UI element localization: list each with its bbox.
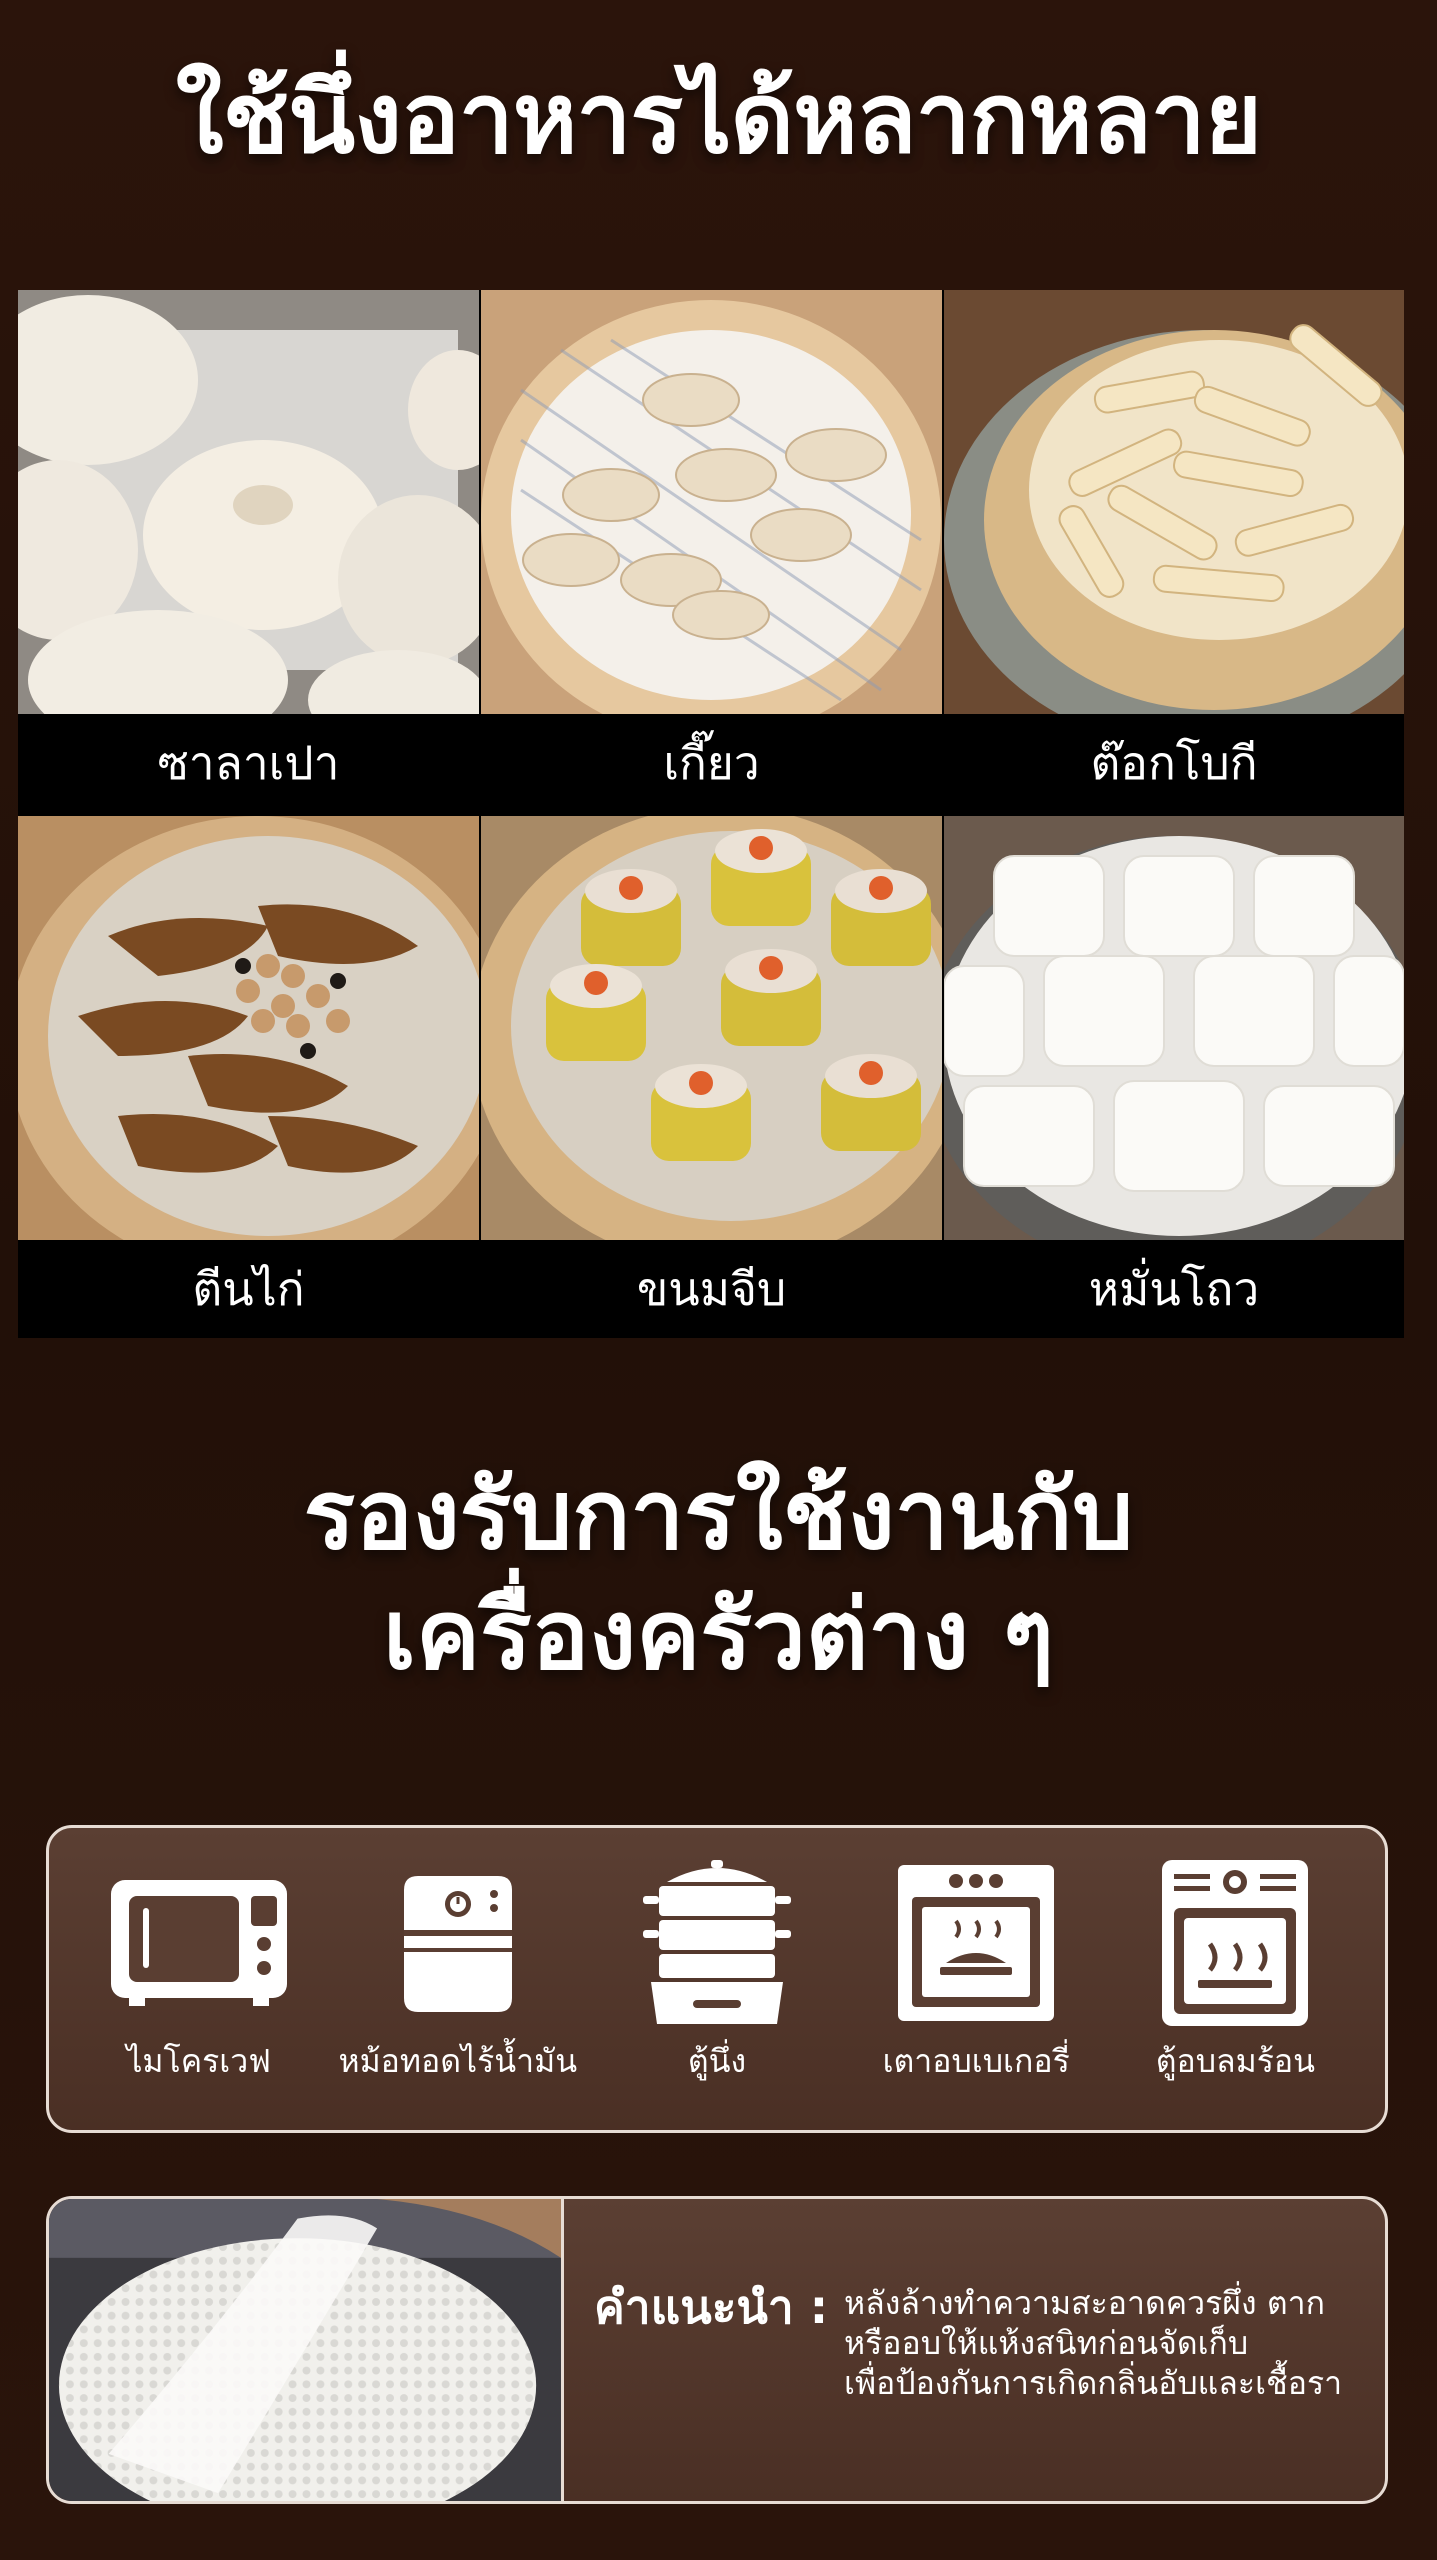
food-card-dumpling: เกี๊ยว	[481, 290, 942, 812]
tteokbokki-photo	[944, 290, 1404, 714]
tip-line: หรืออบให้แห้งสนิทก่อนจัดเก็บ	[844, 2324, 1249, 2362]
tip-line: เพื่อป้องกันการเกิดกลิ่นอับและเชื้อรา	[844, 2364, 1343, 2402]
tip-heading: คำแนะนำ :	[594, 2280, 829, 2334]
convection-oven-icon	[1145, 1860, 1325, 2026]
appliance-panel: ไมโครเวฟ หม้อทอดไร้น้ำมัน ตู้นึ่ง เตาอบเ…	[46, 1825, 1388, 2133]
food-card-mantou: หมั่นโถว	[944, 816, 1404, 1338]
appliance-label: เตาอบเบเกอรี่	[882, 2042, 1070, 2080]
appliance-label: ตู้นึ่ง	[687, 2042, 747, 2080]
steamed-bun-photo	[18, 290, 479, 714]
food-label: ตีนไก่	[192, 1261, 305, 1316]
food-card-shumai: ขนมจีบ	[481, 816, 942, 1338]
appliance-label: หม้อทอดไร้น้ำมัน	[338, 2042, 578, 2080]
appliance-convection-oven: ตู้อบลมร้อน	[1115, 1860, 1355, 2087]
food-card-tteokbokki: ต๊อกโบกี	[944, 290, 1404, 812]
compatibility-heading-line2: เครื่องครัวต่าง ๆ	[383, 1579, 1054, 1691]
bakery-oven-icon	[886, 1865, 1066, 2021]
appliance-label: ตู้อบลมร้อน	[1155, 2042, 1315, 2080]
food-label: เกี๊ยว	[663, 735, 760, 790]
appliance-microwave: ไมโครเวฟ	[79, 1868, 319, 2087]
steamer-icon	[627, 1860, 807, 2024]
compatibility-heading: รองรับการใช้งานกับ เครื่องครัวต่าง ๆ	[0, 1455, 1437, 1695]
page-title: ใช้นึ่งอาหารได้หลากหลาย	[175, 62, 1262, 176]
mantou-photo	[944, 816, 1404, 1240]
tip-line: หลังล้างทำความสะอาดควรผึ่ง ตาก	[844, 2284, 1325, 2322]
food-label: ต๊อกโบกี	[1090, 735, 1258, 790]
silicone-mat-photo	[49, 2199, 564, 2501]
shumai-photo	[481, 816, 942, 1240]
food-label: ซาลาเปา	[157, 735, 340, 790]
appliance-bakery-oven: เตาอบเบเกอรี่	[856, 1865, 1096, 2087]
appliance-label: ไมโครเวฟ	[126, 2042, 271, 2080]
air-fryer-icon	[368, 1868, 548, 2018]
appliance-steamer: ตู้นึ่ง	[597, 1860, 837, 2087]
microwave-icon	[109, 1868, 289, 2018]
tip-panel: คำแนะนำ : หลังล้างทำความสะอาดควรผึ่ง ตาก…	[46, 2196, 1388, 2504]
appliance-air-fryer: หม้อทอดไร้น้ำมัน	[338, 1868, 578, 2087]
food-card-steamed-bun: ซาลาเปา	[18, 290, 479, 812]
compatibility-heading-line1: รองรับการใช้งานกับ	[303, 1459, 1134, 1571]
tip-text: หลังล้างทำความสะอาดควรผึ่ง ตาก หรืออบให้…	[844, 2283, 1384, 2403]
dumpling-photo	[481, 290, 942, 714]
food-label: ขนมจีบ	[636, 1261, 787, 1316]
food-grid: ซาลาเปา เกี๊ยว ต๊อกโบกี ตีนไก่ ขนมจีบ หม…	[18, 290, 1404, 1338]
food-card-chicken-feet: ตีนไก่	[18, 816, 479, 1338]
food-label: หมั่นโถว	[1088, 1261, 1260, 1316]
chicken-feet-photo	[18, 816, 479, 1240]
